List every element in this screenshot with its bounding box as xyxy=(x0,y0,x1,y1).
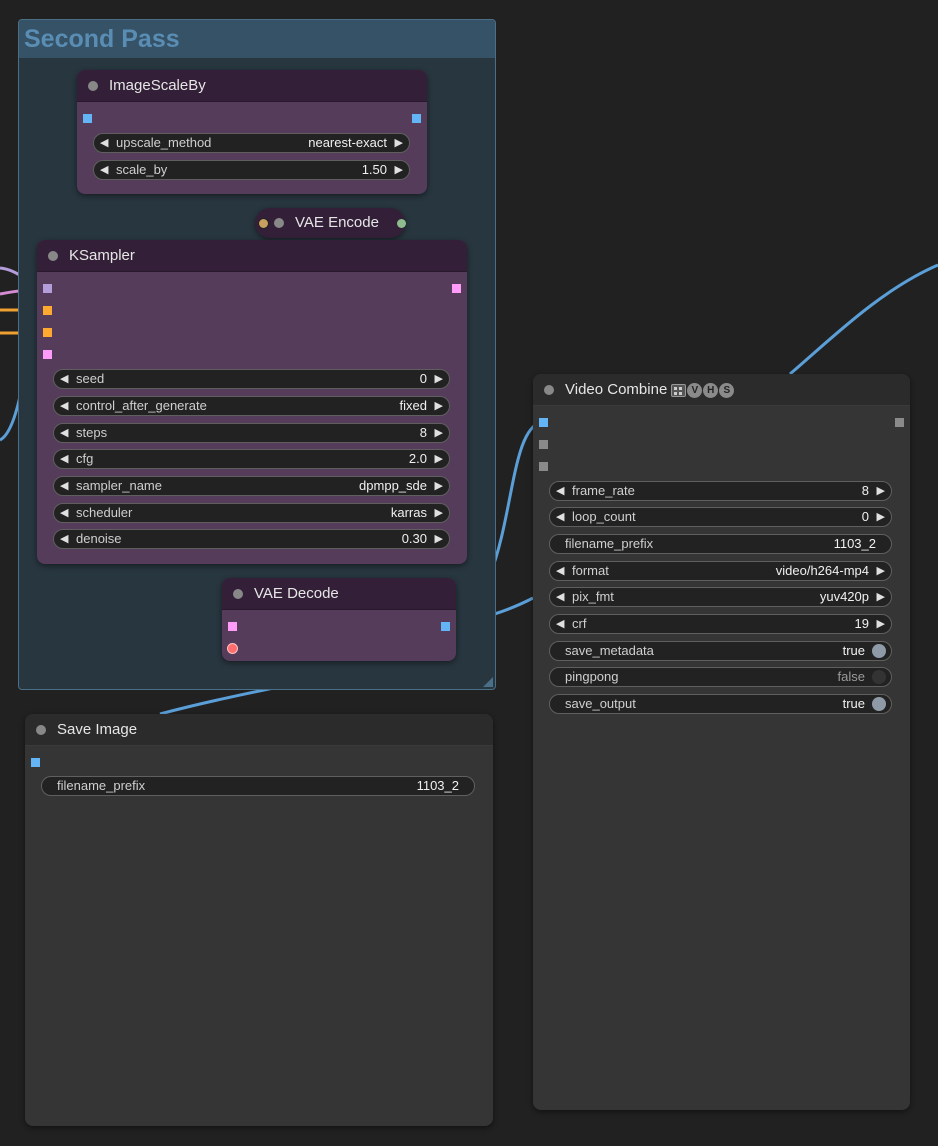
node-title: KSampler xyxy=(69,247,135,264)
arrow-right-icon[interactable]: ▶ xyxy=(435,477,443,495)
arrow-left-icon[interactable]: ◀ xyxy=(100,134,108,152)
node-vae-encode[interactable]: VAE Encode xyxy=(255,208,406,238)
widget-control-after-generate[interactable]: ◀ control_after_generate fixed ▶ xyxy=(53,396,450,416)
output-slot-image[interactable] xyxy=(412,114,421,123)
widget-crf[interactable]: ◀ crf 19 ▶ xyxy=(549,614,892,634)
input-slot-images[interactable] xyxy=(31,758,40,767)
output-slot-latent[interactable] xyxy=(397,219,406,228)
node-title: Video Combine xyxy=(565,381,668,398)
widget-sampler-name[interactable]: ◀ sampler_name dpmpp_sde ▶ xyxy=(53,476,450,496)
arrow-right-icon[interactable]: ▶ xyxy=(435,530,443,548)
vhs-badge-s-icon: S xyxy=(719,382,735,398)
node-title: Save Image xyxy=(57,721,138,738)
node-header[interactable]: Save Image xyxy=(25,714,493,746)
toggle-on-icon[interactable] xyxy=(872,644,886,658)
arrow-left-icon[interactable]: ◀ xyxy=(556,588,564,606)
widget-upscale-method[interactable]: ◀ upscale_method nearest-exact ▶ xyxy=(93,133,410,153)
arrow-right-icon[interactable]: ▶ xyxy=(395,134,403,152)
collapse-dot-icon[interactable] xyxy=(88,81,98,91)
collapse-dot-icon[interactable] xyxy=(233,589,243,599)
widget-seed[interactable]: ◀ seed 0 ▶ xyxy=(53,369,450,389)
arrow-left-icon[interactable]: ◀ xyxy=(556,562,564,580)
arrow-left-icon[interactable]: ◀ xyxy=(60,370,68,388)
input-slot-image[interactable] xyxy=(83,114,92,123)
widget-filename-prefix[interactable]: filename_prefix 1103_2 xyxy=(41,776,475,796)
arrow-right-icon[interactable]: ▶ xyxy=(877,588,885,606)
node-header[interactable]: ImageScaleBy xyxy=(77,70,427,102)
group-title[interactable]: Second Pass xyxy=(19,20,495,58)
input-slot-images[interactable] xyxy=(539,418,548,427)
widget-pix-fmt[interactable]: ◀ pix_fmt yuv420p ▶ xyxy=(549,587,892,607)
collapse-dot-icon[interactable] xyxy=(36,725,46,735)
input-slot-negative[interactable] xyxy=(43,328,52,337)
node-save-image[interactable]: Save Image filename_prefix 1103_2 xyxy=(25,714,493,1126)
input-slot-latent[interactable] xyxy=(43,350,52,359)
input-slot-pixels[interactable] xyxy=(258,218,269,229)
widget-loop-count[interactable]: ◀ loop_count 0 ▶ xyxy=(549,507,892,527)
output-slot-filenames[interactable] xyxy=(895,418,904,427)
arrow-left-icon[interactable]: ◀ xyxy=(556,482,564,500)
widget-frame-rate[interactable]: ◀ frame_rate 8 ▶ xyxy=(549,481,892,501)
vhs-badge-v-icon: V xyxy=(687,382,703,398)
widget-save-metadata[interactable]: save_metadata true xyxy=(549,641,892,661)
arrow-right-icon[interactable]: ▶ xyxy=(877,615,885,633)
arrow-left-icon[interactable]: ◀ xyxy=(100,161,108,179)
node-imagescaleby[interactable]: ImageScaleBy ◀ upscale_method nearest-ex… xyxy=(77,70,427,194)
node-ksampler[interactable]: KSampler ◀ seed 0 ▶ ◀ control_after_gene… xyxy=(37,240,467,564)
arrow-right-icon[interactable]: ▶ xyxy=(877,482,885,500)
wire-videocombine-to-edge xyxy=(789,263,938,376)
widget-format[interactable]: ◀ format video/h264-mp4 ▶ xyxy=(549,561,892,581)
collapse-dot-icon[interactable] xyxy=(544,385,554,395)
arrow-right-icon[interactable]: ▶ xyxy=(435,370,443,388)
group-resize-handle[interactable] xyxy=(483,677,493,687)
node-header[interactable]: Video Combine V H S xyxy=(533,374,910,406)
widget-pingpong[interactable]: pingpong false xyxy=(549,667,892,687)
arrow-right-icon[interactable]: ▶ xyxy=(435,504,443,522)
input-slot-positive[interactable] xyxy=(43,306,52,315)
vhs-badge-h-icon: H xyxy=(703,382,719,398)
arrow-left-icon[interactable]: ◀ xyxy=(60,530,68,548)
arrow-left-icon[interactable]: ◀ xyxy=(556,615,564,633)
node-header[interactable]: KSampler xyxy=(37,240,467,272)
widget-steps[interactable]: ◀ steps 8 ▶ xyxy=(53,423,450,443)
node-header[interactable]: VAE Decode xyxy=(222,578,456,610)
arrow-left-icon[interactable]: ◀ xyxy=(60,477,68,495)
collapse-dot-icon[interactable] xyxy=(274,218,284,228)
widget-save-output[interactable]: save_output true xyxy=(549,694,892,714)
arrow-left-icon[interactable]: ◀ xyxy=(556,508,564,526)
widget-cfg[interactable]: ◀ cfg 2.0 ▶ xyxy=(53,449,450,469)
output-slot-image[interactable] xyxy=(441,622,450,631)
arrow-right-icon[interactable]: ▶ xyxy=(435,397,443,415)
widget-scale-by[interactable]: ◀ scale_by 1.50 ▶ xyxy=(93,160,410,180)
node-title: ImageScaleBy xyxy=(109,77,206,94)
toggle-off-icon[interactable] xyxy=(872,670,886,684)
node-video-combine[interactable]: Video Combine V H S ◀ frame_rate 8 ▶ ◀ loop… xyxy=(533,374,910,1110)
arrow-right-icon[interactable]: ▶ xyxy=(395,161,403,179)
arrow-left-icon[interactable]: ◀ xyxy=(60,504,68,522)
arrow-right-icon[interactable]: ▶ xyxy=(877,508,885,526)
output-slot-latent[interactable] xyxy=(452,284,461,293)
input-slot-vae[interactable] xyxy=(227,643,238,654)
widget-denoise[interactable]: ◀ denoise 0.30 ▶ xyxy=(53,529,450,549)
node-vae-decode[interactable]: VAE Decode xyxy=(222,578,456,661)
film-icon xyxy=(671,383,687,397)
node-title: VAE Encode xyxy=(295,214,379,231)
arrow-right-icon[interactable]: ▶ xyxy=(877,562,885,580)
arrow-left-icon[interactable]: ◀ xyxy=(60,450,68,468)
arrow-left-icon[interactable]: ◀ xyxy=(60,397,68,415)
input-slot-model[interactable] xyxy=(43,284,52,293)
input-slot-meta-batch[interactable] xyxy=(539,462,548,471)
arrow-right-icon[interactable]: ▶ xyxy=(435,424,443,442)
input-slot-audio[interactable] xyxy=(539,440,548,449)
arrow-right-icon[interactable]: ▶ xyxy=(435,450,443,468)
toggle-on-icon[interactable] xyxy=(872,697,886,711)
node-title: VAE Decode xyxy=(254,585,339,602)
collapse-dot-icon[interactable] xyxy=(48,251,58,261)
widget-scheduler[interactable]: ◀ scheduler karras ▶ xyxy=(53,503,450,523)
input-slot-samples[interactable] xyxy=(228,622,237,631)
arrow-left-icon[interactable]: ◀ xyxy=(60,424,68,442)
widget-filename-prefix[interactable]: filename_prefix 1103_2 xyxy=(549,534,892,554)
